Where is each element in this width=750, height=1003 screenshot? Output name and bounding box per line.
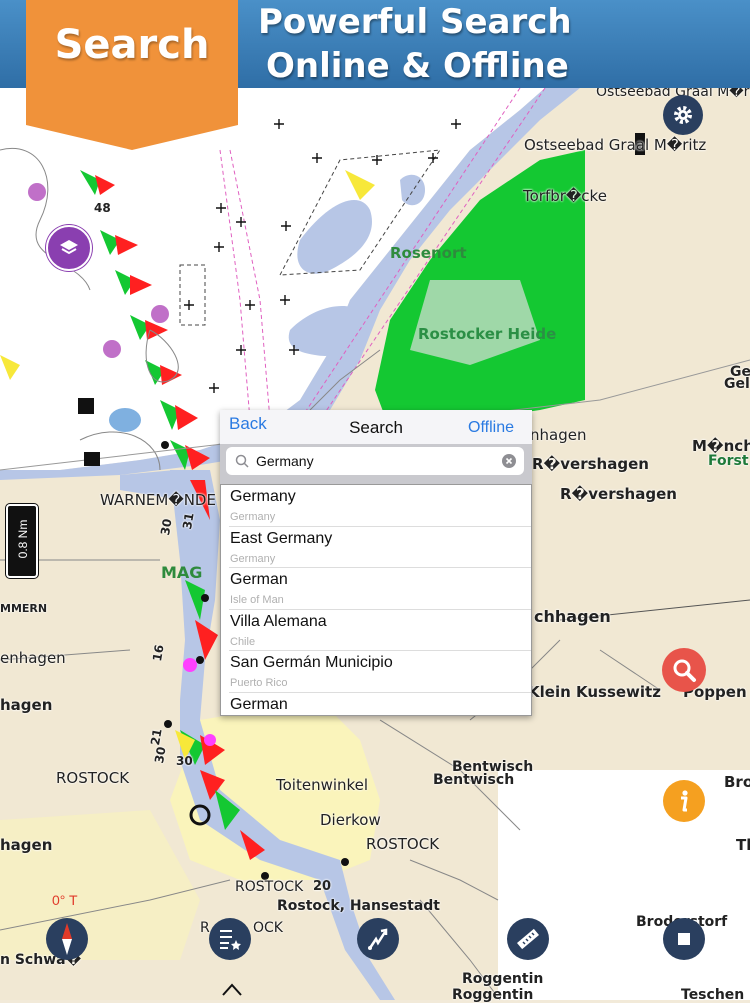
channel-label: 30	[158, 517, 175, 537]
map-label: nhagen	[530, 426, 587, 444]
channel-label: 30	[152, 745, 169, 765]
map-label: Gel	[724, 376, 750, 392]
result-country: Puerto Rico	[230, 677, 288, 690]
channel-label: 21	[148, 727, 165, 747]
clear-icon	[505, 457, 513, 465]
result-country: Germany	[230, 552, 276, 565]
map-label: R	[200, 920, 210, 936]
map-label: Klein Kussewitz	[528, 683, 661, 701]
result-row[interactable]: Germany Germany	[229, 485, 531, 527]
layers-icon	[60, 240, 78, 255]
compass-icon	[62, 923, 72, 955]
map-label: WARNEM�NDE	[100, 491, 216, 509]
map-label: MAG	[161, 563, 203, 582]
map-label: OCK	[253, 920, 283, 936]
result-row[interactable]: German	[229, 693, 531, 715]
settings-button[interactable]	[663, 95, 703, 135]
depth-label: 20	[313, 879, 332, 894]
route-icon	[368, 928, 388, 950]
map-label: Rostocker Heide	[418, 325, 557, 343]
map-label: ROSTOCK	[235, 879, 304, 895]
result-row[interactable]: German Isle of Man	[229, 568, 531, 610]
result-name: San Germán Municipio	[230, 654, 393, 672]
scale-bar: 0.8 Nm	[6, 504, 38, 578]
map-label: Roggentin	[452, 987, 534, 1003]
info-icon	[681, 790, 688, 812]
magnifier-icon	[673, 659, 696, 682]
map-label: Forst	[708, 453, 749, 469]
result-row[interactable]: San Germán Municipio Puerto Rico	[229, 651, 531, 693]
banner-headline: Powerful Search Online & Offline	[258, 0, 748, 88]
ruler-icon	[517, 928, 539, 950]
search-bar	[220, 444, 532, 484]
search-input[interactable]	[256, 451, 486, 471]
banner-headline-line1: Powerful Search	[258, 2, 572, 42]
result-country: Chile	[230, 635, 256, 648]
clear-search-button[interactable]	[502, 454, 516, 468]
map-label: ROSTOCK	[366, 835, 440, 853]
map-label: Torfbr�cke	[523, 187, 607, 205]
map-label: Rostock, Hansestadt	[277, 898, 440, 914]
map-label: Dierkow	[320, 811, 381, 829]
heading-label: 0° T	[52, 892, 78, 908]
channel-label: 16	[150, 643, 167, 663]
search-panel-header: Back Search Offline	[220, 410, 532, 445]
record-button[interactable]	[663, 918, 705, 960]
gear-icon	[674, 106, 692, 124]
map-label: chhagen	[534, 607, 611, 626]
map-label: ROSTOCK	[56, 769, 130, 787]
depth-label: 30	[176, 754, 193, 768]
search-field[interactable]	[226, 447, 524, 475]
banner-headline-line2: Online & Offline	[266, 46, 569, 86]
map-label: R�vershagen	[532, 455, 649, 473]
result-name: Villa Alemana	[230, 612, 327, 630]
result-name: German	[230, 571, 288, 589]
search-results-list: Germany Germany East Germany Germany Ger…	[220, 484, 532, 716]
info-button[interactable]	[663, 780, 705, 822]
result-name: German	[230, 695, 288, 713]
result-row[interactable]: East Germany Germany	[229, 527, 531, 569]
route-list-icon	[220, 930, 241, 950]
depth-label: 48	[94, 201, 111, 215]
map-label: MMERN	[0, 602, 48, 615]
map-label: Bentwisch	[433, 772, 515, 788]
stop-icon	[678, 933, 690, 945]
result-name: East Germany	[230, 529, 333, 547]
layers-button[interactable]	[46, 225, 92, 271]
result-row[interactable]: Villa Alemana Chile	[229, 610, 531, 652]
map-label: hagen	[0, 836, 53, 854]
measure-button[interactable]	[507, 918, 549, 960]
search-panel: Back Search Offline Germany Germany East…	[220, 410, 532, 716]
map-label: Ostseebad Graal M�ritz	[524, 136, 707, 154]
search-icon	[235, 454, 249, 468]
map-label: R�vershagen	[560, 485, 677, 503]
map-label: Rosenort	[390, 244, 467, 262]
route-button[interactable]	[357, 918, 399, 960]
channel-label: 31	[180, 511, 197, 531]
map-label: Roggentin	[462, 971, 544, 987]
scale-label: 0.8 Nm	[16, 519, 30, 559]
result-country: Isle of Man	[230, 594, 284, 607]
map-label: Toitenwinkel	[276, 776, 369, 794]
map-label: enhagen	[0, 649, 66, 667]
result-name: Germany	[230, 488, 296, 505]
route-list-button[interactable]	[209, 918, 251, 960]
offline-toggle[interactable]: Offline	[468, 419, 514, 437]
map-label: Th	[736, 836, 750, 854]
map-label: hagen	[0, 696, 53, 714]
map-label: Teschen	[681, 987, 745, 1003]
result-country: Germany	[230, 511, 276, 523]
compass-button[interactable]	[46, 918, 88, 960]
map-search-button[interactable]	[662, 648, 706, 692]
map-label: Bro	[724, 773, 750, 791]
ribbon-label: Search	[54, 22, 210, 68]
